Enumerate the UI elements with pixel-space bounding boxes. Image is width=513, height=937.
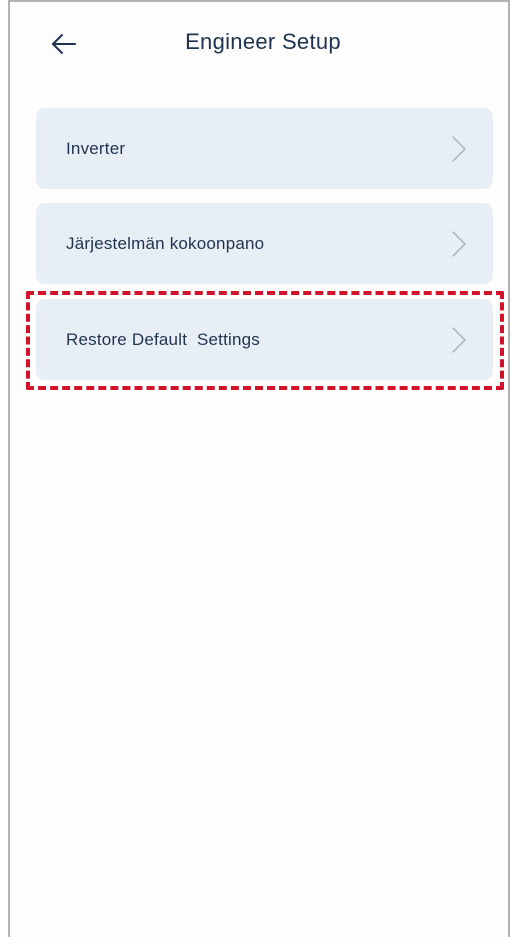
menu-item-inverter[interactable]: Inverter [36,108,493,189]
app-screen: Engineer Setup Inverter Järjestelmän kok… [8,0,510,937]
menu-item-label: Restore Default Settings [66,329,260,349]
menu-item-restore-default-settings[interactable]: Restore Default Settings [36,299,493,380]
chevron-right-icon [452,230,466,257]
menu-item-label: Järjestelmän kokoonpano [66,233,265,253]
chevron-right-icon [452,326,466,353]
menu-item-label: Inverter [66,138,126,158]
chevron-right-icon [452,135,466,162]
menu-item-system-configuration[interactable]: Järjestelmän kokoonpano [36,203,493,284]
header: Engineer Setup [10,2,508,86]
page-title: Engineer Setup [185,29,341,54]
